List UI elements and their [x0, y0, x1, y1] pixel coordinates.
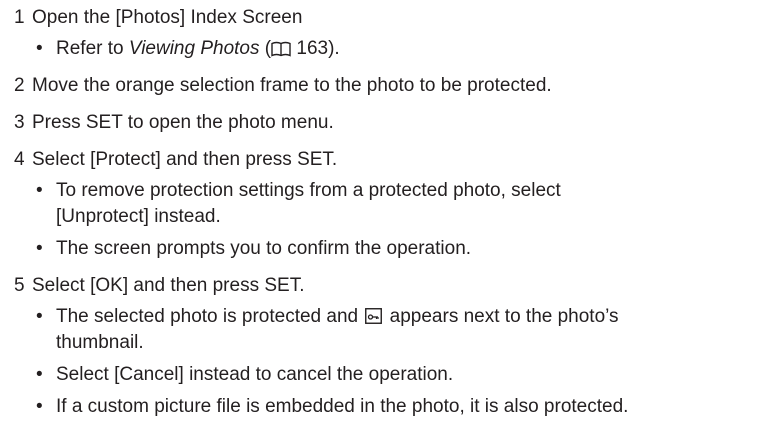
step-5-heading: 5 Select [OK] and then press SET. — [0, 273, 761, 299]
instruction-page: 1 Open the [Photos] Index Screen Refer to… — [0, 0, 761, 448]
step-number: 4 — [14, 149, 25, 170]
step-list: 1 Open the [Photos] Index Screen Refer to… — [0, 5, 761, 420]
step-3: 3 Press SET to open the photo menu. — [0, 110, 761, 136]
reference-link[interactable]: Viewing Photos — [129, 38, 260, 59]
step-text: Select [Protect] and then press SET. — [32, 149, 338, 170]
step-5: 5 Select [OK] and then press SET. The sel… — [0, 273, 761, 420]
reference-prefix: Refer to — [56, 38, 129, 59]
list-item: To remove protection settings from a pro… — [0, 178, 616, 230]
lock-key-icon — [365, 308, 383, 324]
step-2: 2 Move the orange selection frame to the … — [0, 73, 761, 99]
reference-open-paren: ( — [259, 38, 272, 59]
step-1: 1 Open the [Photos] Index Screen Refer to… — [0, 5, 761, 62]
step-3-heading: 3 Press SET to open the photo menu. — [0, 110, 761, 136]
list-item: The screen prompts you to confirm the op… — [0, 236, 756, 262]
reference-page: 163). — [291, 38, 340, 59]
step-4: 4 Select [Protect] and then press SET. To… — [0, 147, 761, 262]
reference-bullet: Refer to Viewing Photos ( 163). — [0, 36, 756, 62]
step-text: Press SET to open the photo menu. — [32, 112, 334, 133]
step-number: 2 — [14, 75, 25, 96]
list-item: If a custom picture file is embedded in … — [0, 394, 761, 420]
step-number: 5 — [14, 275, 25, 296]
step-4-heading: 4 Select [Protect] and then press SET. — [0, 147, 761, 173]
step-1-bullets: Refer to Viewing Photos ( 163). — [0, 36, 761, 62]
book-icon — [271, 41, 291, 57]
step-number: 3 — [14, 112, 25, 133]
step-text: Select [OK] and then press SET. — [32, 275, 305, 296]
step-4-bullets: To remove protection settings from a pro… — [0, 178, 761, 262]
step-1-heading: 1 Open the [Photos] Index Screen — [0, 5, 761, 31]
list-item: The selected photo is protected and appe… — [0, 304, 696, 356]
step-5-bullets: The selected photo is protected and appe… — [0, 304, 761, 420]
protected-text-before: The selected photo is protected and — [56, 306, 364, 327]
step-2-heading: 2 Move the orange selection frame to the … — [0, 73, 761, 99]
list-item: Select [Cancel] instead to cancel the op… — [0, 362, 756, 388]
step-text: Move the orange selection frame to the p… — [32, 75, 552, 96]
step-number: 1 — [14, 7, 25, 28]
step-text: Open the [Photos] Index Screen — [32, 7, 303, 28]
